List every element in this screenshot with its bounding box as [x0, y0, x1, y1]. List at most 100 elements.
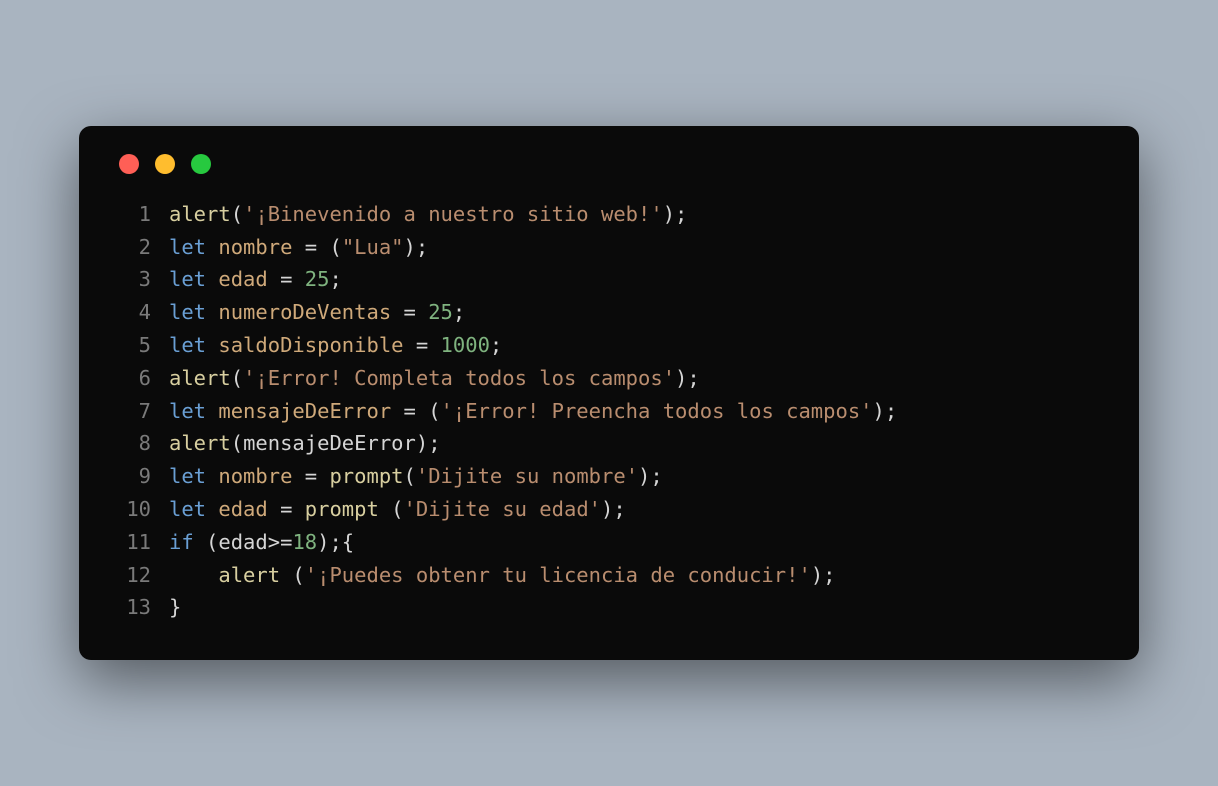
code-token: [391, 399, 403, 423]
code-token: [404, 333, 416, 357]
code-token: [206, 300, 218, 324]
line-number: 7: [115, 395, 151, 428]
line-content[interactable]: alert('¡Binevenido a nuestro sitio web!'…: [169, 198, 687, 231]
line-content[interactable]: let edad = prompt ('Dijite su edad');: [169, 493, 626, 526]
code-token: [206, 333, 218, 357]
code-token: (: [231, 366, 243, 390]
line-content[interactable]: let saldoDisponible = 1000;: [169, 329, 502, 362]
code-token: alert: [169, 366, 231, 390]
code-token: prompt: [305, 497, 379, 521]
line-content[interactable]: alert('¡Error! Completa todos los campos…: [169, 362, 700, 395]
code-line[interactable]: 12 alert ('¡Puedes obtenr tu licencia de…: [115, 559, 1103, 592]
line-number: 13: [115, 591, 151, 624]
line-content[interactable]: let edad = 25;: [169, 263, 342, 296]
code-line[interactable]: 13}: [115, 591, 1103, 624]
code-line[interactable]: 7 let mensajeDeError = ('¡Error! Preencha…: [115, 395, 1103, 428]
code-token: (: [231, 202, 243, 226]
code-token: =: [280, 267, 292, 291]
code-token: (: [416, 399, 441, 423]
code-token: =: [305, 464, 317, 488]
code-token: [391, 300, 403, 324]
line-content[interactable]: let nombre = prompt('Dijite su nombre');: [169, 460, 663, 493]
code-token: [206, 464, 218, 488]
code-token: [206, 267, 218, 291]
code-token: (: [404, 464, 416, 488]
code-line[interactable]: 6 alert('¡Error! Completa todos los campo…: [115, 362, 1103, 395]
code-token: let: [169, 497, 206, 521]
zoom-icon[interactable]: [191, 154, 211, 174]
code-token: );: [638, 464, 663, 488]
code-token: =: [280, 497, 292, 521]
line-content[interactable]: let mensajeDeError = ('¡Error! Preencha …: [169, 395, 897, 428]
code-token: =: [404, 300, 416, 324]
code-token: edad: [218, 497, 267, 521]
code-token: '¡Error! Completa todos los campos': [243, 366, 675, 390]
code-line[interactable]: 10 let edad = prompt ('Dijite su edad');: [115, 493, 1103, 526]
line-content[interactable]: alert(mensajeDeError);: [169, 427, 441, 460]
code-token: 25: [428, 300, 453, 324]
code-token: =: [305, 235, 317, 259]
code-token: nombre: [218, 464, 292, 488]
code-token: [169, 563, 218, 587]
code-line[interactable]: 1alert('¡Binevenido a nuestro sitio web!…: [115, 198, 1103, 231]
code-line[interactable]: 8alert(mensajeDeError);: [115, 427, 1103, 460]
code-token: '¡Binevenido a nuestro sitio web!': [243, 202, 663, 226]
line-content[interactable]: alert ('¡Puedes obtenr tu licencia de co…: [169, 559, 836, 592]
code-line[interactable]: 3 let edad = 25;: [115, 263, 1103, 296]
code-token: 18: [292, 530, 317, 554]
code-token: mensajeDeError: [243, 431, 416, 455]
code-token: let: [169, 464, 206, 488]
line-number: 3: [115, 263, 151, 296]
window-titlebar: [115, 154, 1103, 174]
code-token: );{: [317, 530, 354, 554]
line-number: 2: [115, 231, 151, 264]
code-token: numeroDeVentas: [218, 300, 391, 324]
code-token: edad: [218, 267, 267, 291]
code-token: alert: [169, 431, 231, 455]
line-number: 4: [115, 296, 151, 329]
code-token: [317, 464, 329, 488]
code-token: >=: [268, 530, 293, 554]
code-token: );: [601, 497, 626, 521]
code-token: nombre: [218, 235, 292, 259]
code-token: [268, 497, 280, 521]
code-token: [428, 333, 440, 357]
code-token: );: [404, 235, 429, 259]
code-token: );: [873, 399, 898, 423]
code-token: =: [416, 333, 428, 357]
code-line[interactable]: 11if (edad>=18);{: [115, 526, 1103, 559]
minimize-icon[interactable]: [155, 154, 175, 174]
code-token: "Lua": [342, 235, 404, 259]
close-icon[interactable]: [119, 154, 139, 174]
code-token: [206, 399, 218, 423]
code-token: (: [379, 497, 404, 521]
code-line[interactable]: 9 let nombre = prompt('Dijite su nombre')…: [115, 460, 1103, 493]
code-line[interactable]: 5let saldoDisponible = 1000;: [115, 329, 1103, 362]
code-token: ;: [490, 333, 502, 357]
line-content[interactable]: let nombre = ("Lua");: [169, 231, 428, 264]
code-line[interactable]: 2 let nombre = ("Lua");: [115, 231, 1103, 264]
code-token: 1000: [441, 333, 490, 357]
code-token: let: [169, 399, 206, 423]
code-token: alert: [169, 202, 231, 226]
code-token: (: [231, 431, 243, 455]
code-token: let: [169, 333, 206, 357]
code-token: prompt: [329, 464, 403, 488]
line-content[interactable]: if (edad>=18);{: [169, 526, 354, 559]
code-token: edad: [218, 530, 267, 554]
code-token: [292, 497, 304, 521]
code-token: let: [169, 300, 206, 324]
code-token: let: [169, 267, 206, 291]
line-content[interactable]: }: [169, 591, 181, 624]
line-number: 10: [115, 493, 151, 526]
code-token: ;: [329, 267, 341, 291]
line-content[interactable]: let numeroDeVentas = 25;: [169, 296, 465, 329]
code-line[interactable]: 4 let numeroDeVentas = 25;: [115, 296, 1103, 329]
line-number: 9: [115, 460, 151, 493]
code-token: 'Dijite su nombre': [416, 464, 638, 488]
code-editor[interactable]: 1alert('¡Binevenido a nuestro sitio web!…: [115, 198, 1103, 624]
code-token: mensajeDeError: [218, 399, 391, 423]
code-token: [206, 497, 218, 521]
line-number: 6: [115, 362, 151, 395]
line-number: 12: [115, 559, 151, 592]
